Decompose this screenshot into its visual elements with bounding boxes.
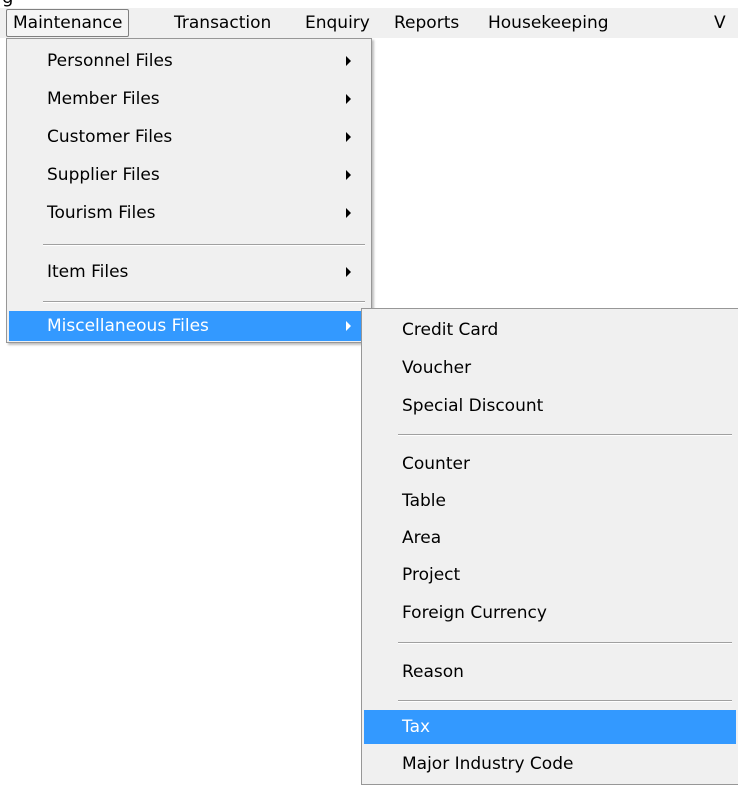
submenu-arrow-icon	[346, 56, 351, 66]
menu-item-special-discount[interactable]: Special Discount	[364, 388, 736, 424]
window-title-clipped: g	[0, 0, 738, 8]
menu-item-tourism-files[interactable]: Tourism Files	[9, 195, 369, 231]
menubar-window[interactable]: V	[708, 9, 732, 37]
menubar-enquiry[interactable]: Enquiry	[299, 9, 376, 37]
menu-item-tax[interactable]: Tax	[364, 710, 736, 744]
menu-item-project[interactable]: Project	[364, 557, 736, 593]
maintenance-menu: Personnel Files Member Files Customer Fi…	[6, 38, 372, 343]
menu-item-label: Counter	[402, 454, 470, 474]
menu-item-label: Area	[402, 528, 442, 548]
window-title-text: g	[2, 0, 13, 8]
menu-item-label: Foreign Currency	[402, 603, 547, 623]
menu-item-label: Supplier Files	[47, 165, 160, 185]
menu-item-label: Credit Card	[402, 320, 499, 340]
menu-item-label: Member Files	[47, 89, 160, 109]
menu-item-miscellaneous-files[interactable]: Miscellaneous Files	[9, 311, 369, 341]
menubar-housekeeping[interactable]: Housekeeping	[482, 9, 615, 37]
menu-item-label: Voucher	[402, 358, 472, 378]
menu-item-label: Table	[402, 491, 446, 511]
menubar-maintenance[interactable]: Maintenance	[6, 9, 130, 37]
menu-item-label: Item Files	[47, 262, 129, 282]
menu-separator	[43, 244, 365, 246]
menu-item-reason[interactable]: Reason	[364, 654, 736, 690]
menu-item-table[interactable]: Table	[364, 483, 736, 519]
menu-bar: Maintenance Transaction Enquiry Reports …	[0, 8, 738, 38]
submenu-arrow-icon	[346, 170, 351, 180]
submenu-arrow-icon	[346, 94, 351, 104]
submenu-arrow-icon	[346, 267, 351, 277]
menu-item-label: Project	[402, 565, 461, 585]
menu-separator	[398, 434, 732, 436]
menu-item-label: Major Industry Code	[402, 754, 574, 774]
menu-item-member-files[interactable]: Member Files	[9, 81, 369, 117]
menu-item-credit-card[interactable]: Credit Card	[364, 312, 736, 348]
menu-separator	[398, 700, 732, 702]
menu-separator	[43, 301, 365, 303]
menu-separator	[398, 642, 732, 644]
menu-item-area[interactable]: Area	[364, 520, 736, 556]
menu-item-personnel-files[interactable]: Personnel Files	[9, 43, 369, 79]
menu-item-label: Customer Files	[47, 127, 173, 147]
menu-item-supplier-files[interactable]: Supplier Files	[9, 157, 369, 193]
menubar-reports[interactable]: Reports	[388, 9, 465, 37]
menu-item-label: Tourism Files	[47, 203, 156, 223]
menu-item-label: Special Discount	[402, 396, 544, 416]
submenu-arrow-icon	[346, 132, 351, 142]
menu-item-label: Tax	[402, 717, 431, 737]
menu-item-label: Personnel Files	[47, 51, 173, 71]
menu-item-item-files[interactable]: Item Files	[9, 254, 369, 290]
menu-item-customer-files[interactable]: Customer Files	[9, 119, 369, 155]
menu-item-major-industry-code[interactable]: Major Industry Code	[364, 746, 736, 782]
menu-item-foreign-currency[interactable]: Foreign Currency	[364, 595, 736, 631]
menu-item-label: Miscellaneous Files	[47, 316, 209, 336]
menu-item-label: Reason	[402, 662, 464, 682]
miscellaneous-submenu: Credit Card Voucher Special Discount Cou…	[361, 308, 738, 785]
menu-item-counter[interactable]: Counter	[364, 446, 736, 482]
submenu-arrow-icon	[346, 321, 351, 331]
menubar-transaction[interactable]: Transaction	[168, 9, 277, 37]
menu-item-voucher[interactable]: Voucher	[364, 350, 736, 386]
submenu-arrow-icon	[346, 208, 351, 218]
